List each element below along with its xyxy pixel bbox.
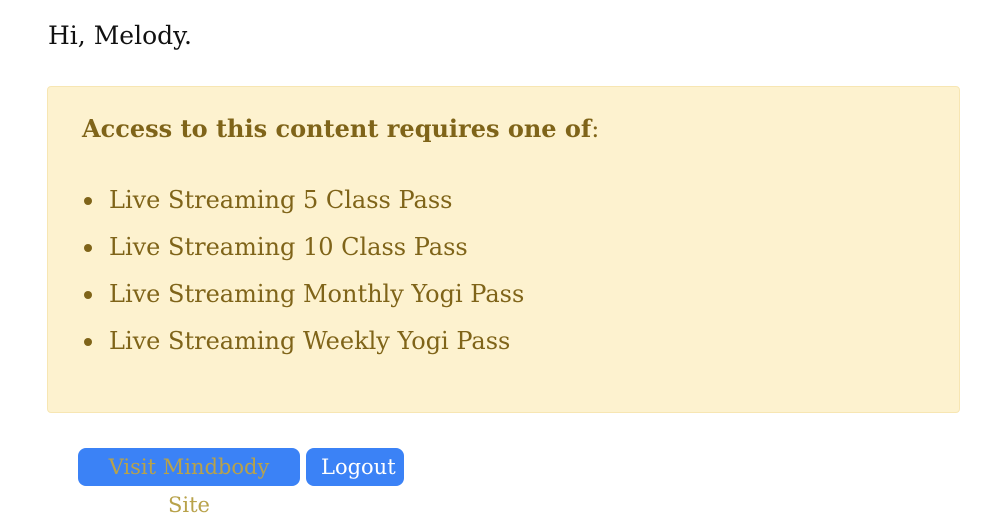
pass-list-item: Live Streaming Monthly Yogi Pass: [82, 276, 925, 312]
notice-heading: Access to this content requires one of:: [82, 111, 925, 147]
pass-list: Live Streaming 5 Class Pass Live Streami…: [82, 182, 925, 359]
access-notice: Access to this content requires one of: …: [47, 86, 960, 413]
pass-list-item: Live Streaming 5 Class Pass: [82, 182, 925, 218]
visit-mindbody-site-button[interactable]: Visit Mindbody Site: [78, 448, 300, 514]
pass-name: Live Streaming 5 Class Pass: [109, 186, 453, 214]
action-buttons: Visit Mindbody Site Logout: [78, 448, 404, 514]
bullet-icon: [84, 291, 92, 299]
pass-name: Live Streaming Monthly Yogi Pass: [109, 280, 525, 308]
bullet-icon: [84, 197, 92, 205]
pass-name: Live Streaming Weekly Yogi Pass: [109, 327, 511, 355]
bullet-icon: [84, 338, 92, 346]
greeting-text: Hi, Melody.: [48, 21, 192, 50]
pass-list-item: Live Streaming 10 Class Pass: [82, 229, 925, 265]
pass-list-item: Live Streaming Weekly Yogi Pass: [82, 323, 925, 359]
logout-button[interactable]: Logout: [306, 448, 404, 486]
bullet-icon: [84, 244, 92, 252]
notice-heading-text: Access to this content requires one of: [82, 114, 592, 143]
notice-heading-colon: :: [591, 115, 600, 143]
pass-name: Live Streaming 10 Class Pass: [109, 233, 468, 261]
